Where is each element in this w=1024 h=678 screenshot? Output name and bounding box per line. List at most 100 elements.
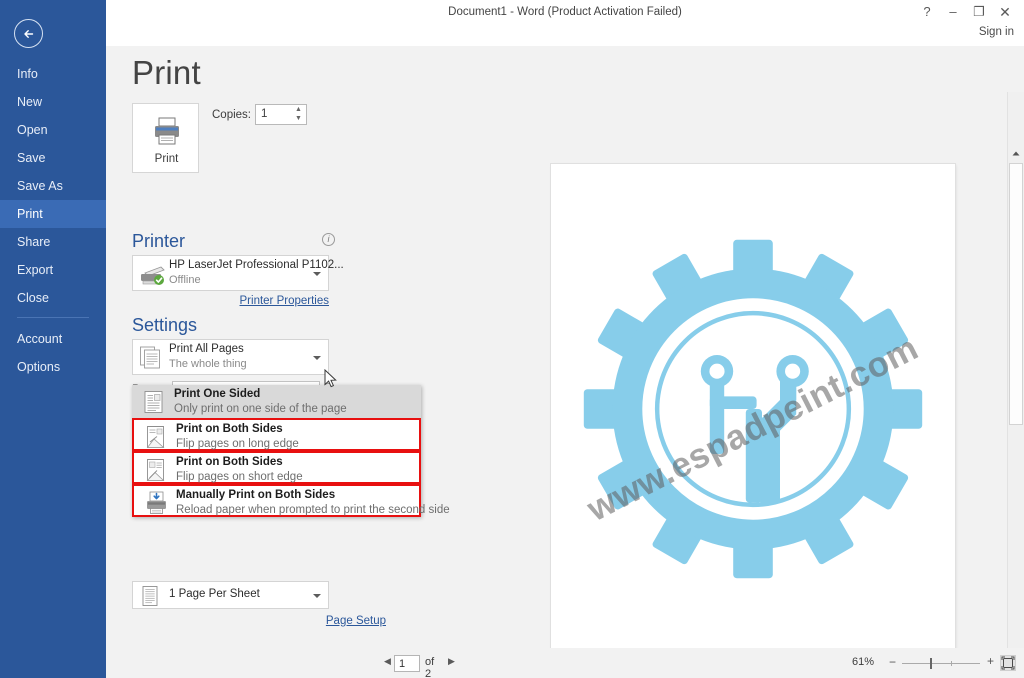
print-range-select[interactable]: Print All Pages The whole thing bbox=[132, 339, 329, 375]
preview-vertical-scrollbar[interactable] bbox=[1007, 92, 1024, 678]
sidebar-item-export[interactable]: Export bbox=[0, 256, 106, 284]
copies-value: 1 bbox=[261, 108, 268, 120]
back-button[interactable] bbox=[14, 19, 43, 48]
chevron-down-icon bbox=[313, 272, 321, 276]
dropdown-item-subtitle: Flip pages on short edge bbox=[176, 471, 303, 483]
help-button[interactable]: ? bbox=[914, 0, 940, 24]
sidebar-item-label: Options bbox=[17, 360, 61, 374]
manual-duplex-printer-icon bbox=[144, 491, 170, 520]
zoom-in-button[interactable]: + bbox=[987, 654, 994, 668]
print-range-title: Print All Pages bbox=[169, 343, 244, 355]
sidebar-item-label: Export bbox=[17, 263, 54, 277]
zoom-slider-thumb[interactable] bbox=[930, 658, 932, 669]
document-title: Document1 - Word (Product Activation Fai… bbox=[448, 6, 682, 18]
printer-device-icon bbox=[139, 261, 167, 292]
both-sides-long-edge-icon bbox=[144, 425, 168, 454]
page-count-label: of 2 bbox=[425, 656, 435, 678]
copies-decrement-button[interactable]: ▼ bbox=[293, 115, 304, 124]
chevron-down-icon bbox=[313, 594, 321, 598]
sidebar-item-label: Save bbox=[17, 151, 46, 165]
sidebar-item-label: Save As bbox=[17, 179, 63, 193]
dropdown-item-subtitle: Flip pages on long edge bbox=[176, 438, 299, 450]
printer-info-icon[interactable]: i bbox=[322, 233, 335, 246]
sign-in-link[interactable]: Sign in bbox=[979, 26, 1014, 38]
sidebar-item-label: Account bbox=[17, 332, 63, 346]
sidebar-item-options[interactable]: Options bbox=[0, 353, 106, 381]
page-setup-link[interactable]: Page Setup bbox=[326, 615, 386, 627]
current-page-input[interactable] bbox=[394, 655, 420, 672]
print-sided-dropdown-menu[interactable]: Print One Sided Only print on one side o… bbox=[132, 385, 450, 520]
dropdown-item-manual-duplex[interactable]: Manually Print on Both Sides Reload pape… bbox=[132, 484, 450, 520]
pages-per-sheet-icon bbox=[139, 585, 161, 612]
sidebar-item-close[interactable]: Close bbox=[0, 284, 106, 312]
mouse-cursor bbox=[324, 369, 337, 388]
dropdown-item-both-sides-short-edge[interactable]: Print on Both Sides Flip pages on short … bbox=[132, 451, 421, 484]
sidebar-item-new[interactable]: New bbox=[0, 88, 106, 116]
fit-page-icon[interactable] bbox=[1000, 655, 1016, 671]
zoom-out-button[interactable]: − bbox=[889, 655, 896, 669]
minimize-button[interactable]: – bbox=[940, 0, 966, 24]
gear-circuit-logo bbox=[573, 229, 933, 589]
dropdown-item-title: Print One Sided bbox=[174, 388, 261, 400]
sidebar-item-account[interactable]: Account bbox=[0, 325, 106, 353]
both-sides-short-edge-icon bbox=[144, 458, 168, 487]
restore-button[interactable]: ❐ bbox=[966, 0, 992, 24]
sidebar-item-label: Open bbox=[17, 123, 48, 137]
print-button-label: Print bbox=[154, 153, 179, 165]
pages-per-sheet-select[interactable]: 1 Page Per Sheet bbox=[132, 581, 329, 609]
preview-status-bar: ◀ of 2 ▶ 61% − + bbox=[360, 648, 1024, 678]
title-bar: Document1 - Word (Product Activation Fai… bbox=[106, 0, 1024, 46]
scrollbar-thumb[interactable] bbox=[1009, 163, 1023, 425]
printer-status: Offline bbox=[169, 274, 201, 286]
backstage-body: Print Print Copies: 1 ▲ ▼ Printer i HP L… bbox=[106, 46, 1024, 678]
print-button[interactable]: Print bbox=[132, 103, 199, 173]
print-preview-pane: www.espadpeint.com bbox=[466, 92, 1024, 678]
dropdown-item-print-one-sided[interactable]: Print One Sided Only print on one side o… bbox=[132, 385, 421, 418]
sidebar-item-label: New bbox=[17, 95, 43, 109]
copies-increment-button[interactable]: ▲ bbox=[293, 106, 304, 115]
sidebar-item-share[interactable]: Share bbox=[0, 228, 106, 256]
sidebar-item-open[interactable]: Open bbox=[0, 116, 106, 144]
printer-properties-link[interactable]: Printer Properties bbox=[240, 295, 329, 307]
dropdown-item-title: Print on Both Sides bbox=[176, 423, 283, 435]
printer-section-heading: Printer bbox=[132, 231, 186, 251]
dropdown-item-both-sides-long-edge[interactable]: Print on Both Sides Flip pages on long e… bbox=[132, 418, 421, 451]
sidebar-item-print[interactable]: Print bbox=[0, 200, 106, 228]
settings-section-heading: Settings bbox=[132, 315, 198, 335]
scroll-up-button[interactable] bbox=[1008, 145, 1024, 162]
sidebar-item-save[interactable]: Save bbox=[0, 144, 106, 172]
sidebar-divider bbox=[17, 317, 89, 318]
zoom-slider-midpoint-tick bbox=[951, 661, 952, 666]
dropdown-item-title: Manually Print on Both Sides bbox=[176, 489, 336, 501]
print-range-subtitle: The whole thing bbox=[169, 358, 247, 370]
word-print-backstage-window: Info New Open Save Save As Print Share E… bbox=[0, 0, 1024, 678]
sidebar-item-save-as[interactable]: Save As bbox=[0, 172, 106, 200]
dropdown-item-title: Print on Both Sides bbox=[176, 456, 283, 468]
copies-label: Copies: bbox=[212, 109, 251, 121]
one-sided-icon bbox=[142, 390, 166, 419]
sidebar-item-label: Print bbox=[17, 207, 43, 221]
printer-icon bbox=[151, 116, 183, 151]
sidebar-item-label: Close bbox=[17, 291, 49, 305]
dropdown-item-subtitle: Reload paper when prompted to print the … bbox=[176, 504, 450, 516]
copies-stepper[interactable]: 1 ▲ ▼ bbox=[255, 104, 307, 125]
backstage-sidebar: Info New Open Save Save As Print Share E… bbox=[0, 0, 106, 678]
sidebar-item-label: Info bbox=[17, 67, 38, 81]
zoom-slider-track[interactable] bbox=[902, 663, 980, 664]
dropdown-item-subtitle: Only print on one side of the page bbox=[174, 403, 347, 415]
previous-page-button[interactable]: ◀ bbox=[384, 656, 391, 667]
zoom-percent-label[interactable]: 61% bbox=[852, 656, 874, 668]
chevron-down-icon bbox=[313, 356, 321, 360]
pages-per-sheet-title: 1 Page Per Sheet bbox=[169, 588, 260, 600]
back-arrow-icon bbox=[24, 30, 34, 38]
printer-select[interactable]: HP LaserJet Professional P1102... Offlin… bbox=[132, 255, 344, 292]
chevron-up-icon bbox=[1012, 151, 1020, 156]
document-page-preview[interactable]: www.espadpeint.com bbox=[551, 164, 955, 678]
next-page-button[interactable]: ▶ bbox=[448, 656, 455, 667]
page-title: Print bbox=[132, 54, 201, 91]
close-button[interactable]: ✕ bbox=[992, 0, 1018, 24]
sidebar-item-label: Share bbox=[17, 235, 51, 249]
sidebar-item-info[interactable]: Info bbox=[0, 60, 106, 88]
printer-name: HP LaserJet Professional P1102... bbox=[169, 259, 344, 271]
document-pages-icon bbox=[139, 345, 163, 376]
